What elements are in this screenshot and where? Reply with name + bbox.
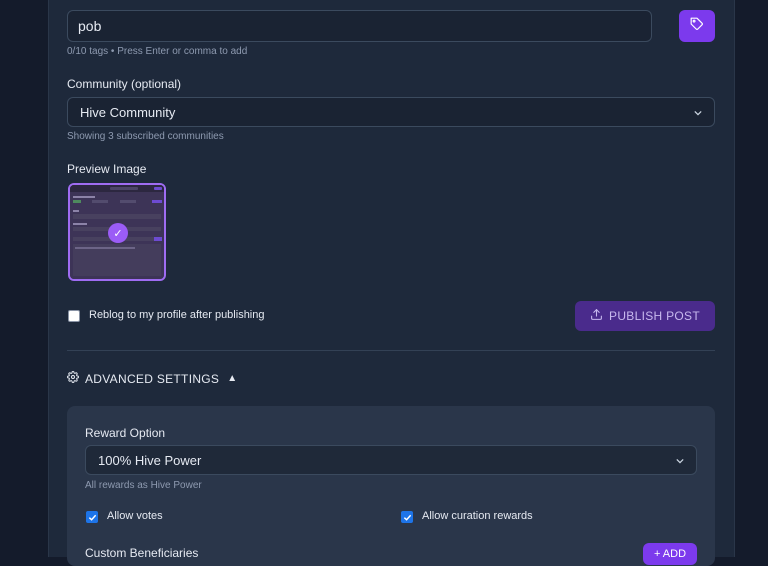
chevron-down-icon — [676, 453, 684, 468]
tags-hint: 0/10 tags • Press Enter or comma to add — [67, 46, 248, 57]
tag-icon — [690, 17, 704, 36]
allow-curation-checkbox[interactable] — [401, 511, 413, 523]
allow-curation-label: Allow curation rewards — [422, 510, 533, 522]
add-tag-button[interactable] — [679, 10, 715, 42]
custom-beneficiaries-label: Custom Beneficiaries — [85, 546, 199, 560]
community-label: Community (optional) — [67, 77, 182, 91]
allow-votes-checkbox[interactable] — [86, 511, 98, 523]
allow-votes-label: Allow votes — [107, 510, 163, 522]
add-beneficiary-button[interactable]: + ADD — [643, 543, 697, 565]
publish-post-button[interactable]: PUBLISH POST — [575, 301, 715, 331]
advanced-settings-title: ADVANCED SETTINGS — [85, 371, 220, 386]
collapse-arrow-icon: ▲ — [227, 373, 238, 384]
post-editor-panel: pob 0/10 tags • Press Enter or comma to … — [48, 0, 735, 566]
reward-option-select[interactable]: 100% Hive Power — [85, 445, 697, 475]
advanced-settings-toggle[interactable]: ADVANCED SETTINGS ▲ — [67, 371, 237, 386]
tags-input[interactable]: pob — [67, 10, 652, 42]
tags-input-value: pob — [78, 18, 102, 34]
preview-image-thumbnail[interactable]: ✓ — [68, 183, 166, 281]
community-select[interactable]: Hive Community — [67, 97, 715, 127]
reward-option-label: Reward Option — [85, 426, 166, 440]
preview-image-label: Preview Image — [67, 162, 147, 176]
selected-check-icon: ✓ — [108, 223, 128, 243]
section-divider — [67, 350, 715, 351]
community-selected: Hive Community — [80, 104, 176, 120]
gear-icon — [67, 371, 79, 386]
community-hint: Showing 3 subscribed communities — [67, 131, 224, 142]
reward-option-selected: 100% Hive Power — [98, 452, 202, 468]
chevron-down-icon — [694, 105, 702, 120]
checkmark-icon — [403, 514, 411, 521]
upload-icon — [590, 308, 603, 324]
reblog-label: Reblog to my profile after publishing — [89, 309, 265, 321]
publish-post-label: PUBLISH POST — [609, 309, 700, 323]
reward-option-hint: All rewards as Hive Power — [85, 480, 202, 491]
reblog-checkbox[interactable] — [68, 310, 80, 322]
add-beneficiary-label: + ADD — [653, 548, 687, 560]
checkmark-icon — [88, 514, 96, 521]
